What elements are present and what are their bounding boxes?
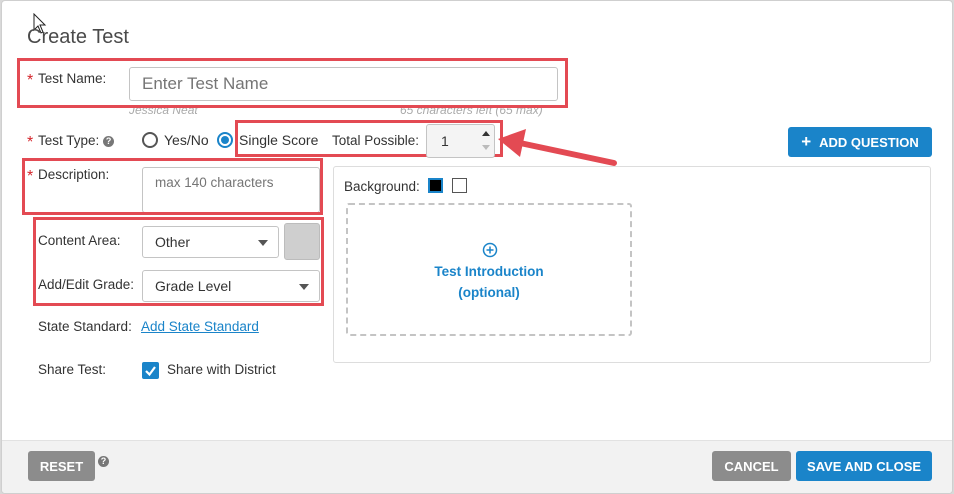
radio-yes-no-label[interactable]: Yes/No bbox=[164, 132, 209, 148]
modal-title: Create Test bbox=[27, 26, 129, 48]
state-standard-label: State Standard: bbox=[38, 319, 132, 334]
share-with-district-label[interactable]: Share with District bbox=[167, 362, 276, 377]
modal-footer: RESET ? CANCEL SAVE AND CLOSE bbox=[2, 440, 952, 493]
share-test-label: Share Test: bbox=[38, 362, 107, 377]
create-test-modal: Create Test * Test Name: Jessica Neat 65… bbox=[1, 0, 953, 494]
add-question-button[interactable]: + ADD QUESTION bbox=[788, 127, 932, 157]
test-introduction-label: Test Introduction bbox=[434, 264, 544, 279]
test-introduction-optional: (optional) bbox=[458, 285, 520, 300]
save-and-close-button[interactable]: SAVE AND CLOSE bbox=[796, 451, 932, 481]
plus-icon: + bbox=[801, 132, 812, 151]
test-introduction-dropzone[interactable]: Test Introduction (optional) bbox=[346, 203, 632, 336]
test-type-label-text: Test Type: bbox=[38, 133, 100, 148]
share-with-district-checkbox[interactable] bbox=[142, 362, 159, 379]
total-possible-label: Total Possible: bbox=[332, 133, 420, 148]
checkmark-icon bbox=[145, 366, 156, 377]
plus-circle-icon bbox=[482, 242, 498, 258]
total-possible-stepper[interactable]: 1 bbox=[426, 124, 495, 158]
background-swatch-white[interactable] bbox=[452, 178, 467, 193]
radio-yes-no[interactable] bbox=[142, 132, 158, 148]
add-state-standard-link[interactable]: Add State Standard bbox=[141, 319, 259, 334]
annotation-box-test-name bbox=[17, 58, 568, 108]
background-swatch-black[interactable] bbox=[428, 178, 443, 193]
required-asterisk: * bbox=[27, 134, 34, 151]
annotation-box-description bbox=[22, 158, 323, 215]
annotation-arrow-icon bbox=[498, 129, 617, 166]
radio-single-score[interactable] bbox=[217, 132, 233, 148]
annotation-box-content-grade bbox=[33, 217, 324, 306]
question-panel: Background: Test Introduction (optional) bbox=[333, 166, 931, 363]
stepper-up-icon[interactable] bbox=[482, 131, 490, 136]
stepper-down-icon[interactable] bbox=[482, 145, 490, 150]
add-question-label: ADD QUESTION bbox=[819, 134, 919, 150]
help-icon[interactable]: ? bbox=[98, 456, 109, 467]
total-possible-value: 1 bbox=[441, 133, 449, 149]
reset-button[interactable]: RESET bbox=[28, 451, 95, 481]
cancel-button[interactable]: CANCEL bbox=[712, 451, 791, 481]
background-label: Background: bbox=[344, 179, 420, 194]
test-type-label: Test Type: ? bbox=[38, 133, 115, 148]
help-icon[interactable]: ? bbox=[103, 135, 115, 147]
